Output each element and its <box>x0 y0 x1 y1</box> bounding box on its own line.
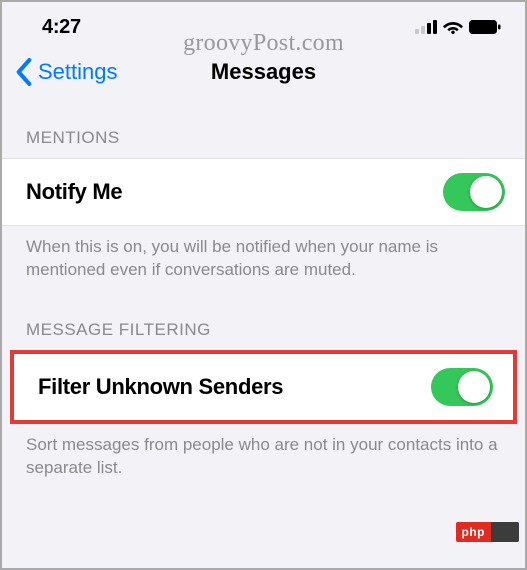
section-footer-filtering: Sort messages from people who are not in… <box>2 424 525 480</box>
back-chevron-icon[interactable] <box>16 58 32 86</box>
section-footer-mentions: When this is on, you will be notified wh… <box>2 226 525 282</box>
nav-header: Settings Messages <box>2 46 525 100</box>
battery-icon <box>469 20 501 34</box>
status-time: 4:27 <box>42 16 81 39</box>
toggle-knob <box>470 176 502 208</box>
toggle-filter-unknown-senders[interactable] <box>431 368 493 406</box>
badge-text: php <box>456 522 492 542</box>
cellular-icon <box>415 20 437 34</box>
toggle-notify-me[interactable] <box>443 173 505 211</box>
highlight-annotation: Filter Unknown Senders <box>10 350 517 424</box>
status-bar: 4:27 <box>2 2 525 46</box>
row-notify-me[interactable]: Notify Me <box>2 158 525 226</box>
section-header-mentions: MENTIONS <box>2 124 525 158</box>
status-icons <box>415 20 501 34</box>
badge-block <box>491 522 519 542</box>
row-label-filter-unknown: Filter Unknown Senders <box>38 374 283 400</box>
back-button[interactable]: Settings <box>38 59 118 85</box>
row-filter-unknown-senders[interactable]: Filter Unknown Senders <box>14 354 513 420</box>
section-header-filtering: MESSAGE FILTERING <box>2 316 525 350</box>
toggle-knob <box>458 371 490 403</box>
settings-content: MENTIONS Notify Me When this is on, you … <box>2 100 525 480</box>
wifi-icon <box>443 20 463 34</box>
row-label-notify-me: Notify Me <box>26 179 122 205</box>
page-title: Messages <box>211 59 316 85</box>
source-badge: php <box>456 522 520 542</box>
